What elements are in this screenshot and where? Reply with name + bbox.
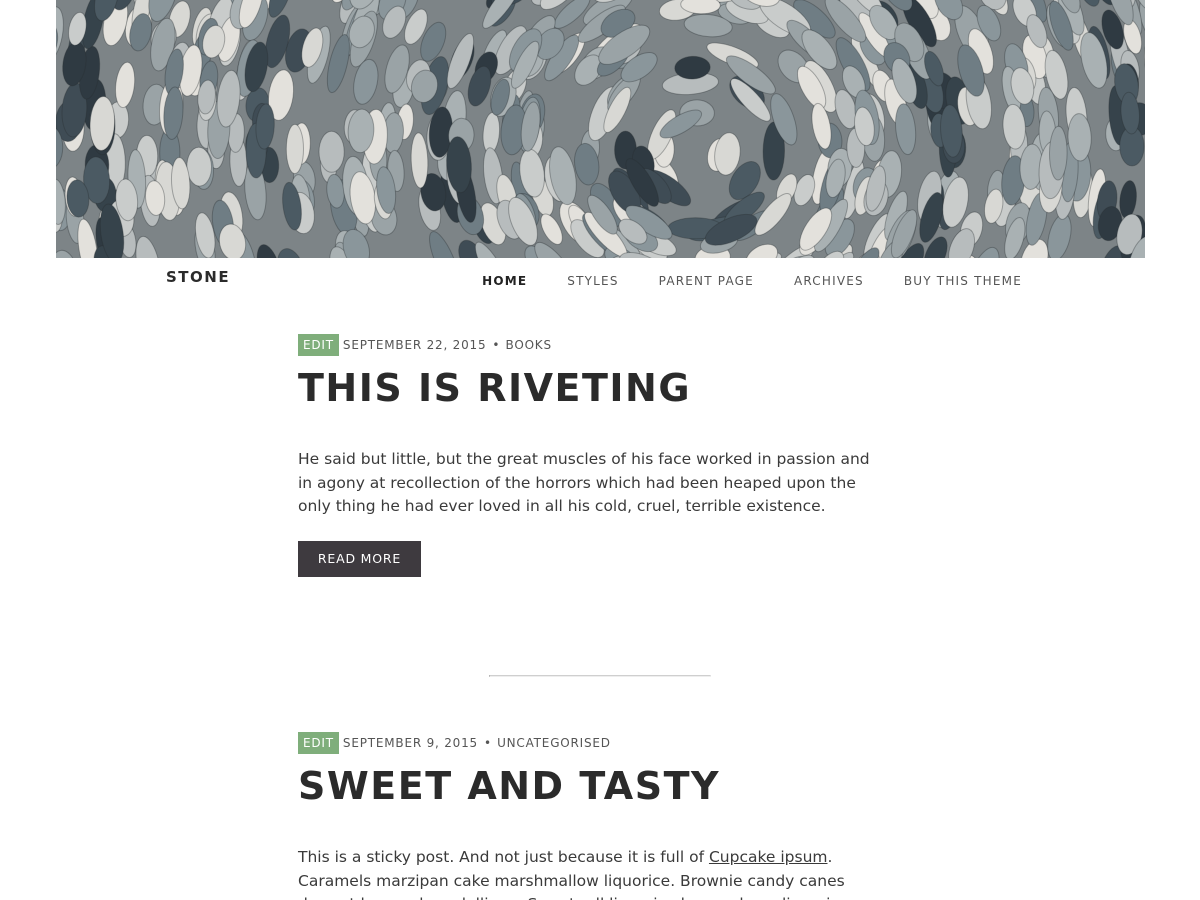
post-date[interactable]: SEPTEMBER 9, 2015 [343,736,478,750]
post-title[interactable]: SWEET AND TASTY [298,764,898,808]
nav-item-parent-page: PARENT PAGE [659,270,754,289]
read-more-button[interactable]: READ MORE [298,540,421,577]
post-date[interactable]: SEPTEMBER 22, 2015 [343,338,487,352]
post-sweet-and-tasty: EDIT SEPTEMBER 9, 2015 • UNCATEGORISED S… [298,732,898,900]
pebble-mosaic-image [56,0,1145,258]
meta-separator: • [492,338,500,352]
post-this-is-riveting: EDIT SEPTEMBER 22, 2015 • BOOKS THIS IS … [298,334,898,577]
primary-navigation: HOME STYLES PARENT PAGE ARCHIVES BUY THI… [482,270,1022,289]
meta-separator: • [483,736,492,750]
nav-item-styles: STYLES [567,270,618,289]
nav-item-archives: ARCHIVES [794,270,864,289]
nav-link-home[interactable]: HOME [482,274,527,288]
post-meta: EDIT SEPTEMBER 22, 2015 • BOOKS [298,334,898,356]
cupcake-ipsum-link[interactable]: Cupcake ipsum [709,848,828,866]
post-category[interactable]: UNCATEGORISED [497,736,611,750]
edit-link[interactable]: EDIT [298,334,339,356]
post-excerpt: He said but little, but the great muscle… [298,450,870,515]
nav-link-styles[interactable]: STYLES [567,274,618,288]
nav-link-archives[interactable]: ARCHIVES [794,274,864,288]
header-image [56,0,1145,258]
nav-item-buy-this-theme: BUY THIS THEME [904,270,1022,289]
post-divider [489,675,711,677]
nav-item-home: HOME [482,270,527,289]
post-category[interactable]: BOOKS [506,338,552,352]
excerpt-text: This is a sticky post. And not just beca… [298,848,709,866]
post-excerpt: This is a sticky post. And not just beca… [298,846,888,900]
edit-link[interactable]: EDIT [298,732,339,754]
post-meta: EDIT SEPTEMBER 9, 2015 • UNCATEGORISED [298,732,898,754]
post-title[interactable]: THIS IS RIVETING [298,366,898,410]
site-title[interactable]: STONE [166,268,230,286]
nav-link-parent-page[interactable]: PARENT PAGE [659,274,754,288]
nav-link-buy-this-theme[interactable]: BUY THIS THEME [904,274,1022,288]
